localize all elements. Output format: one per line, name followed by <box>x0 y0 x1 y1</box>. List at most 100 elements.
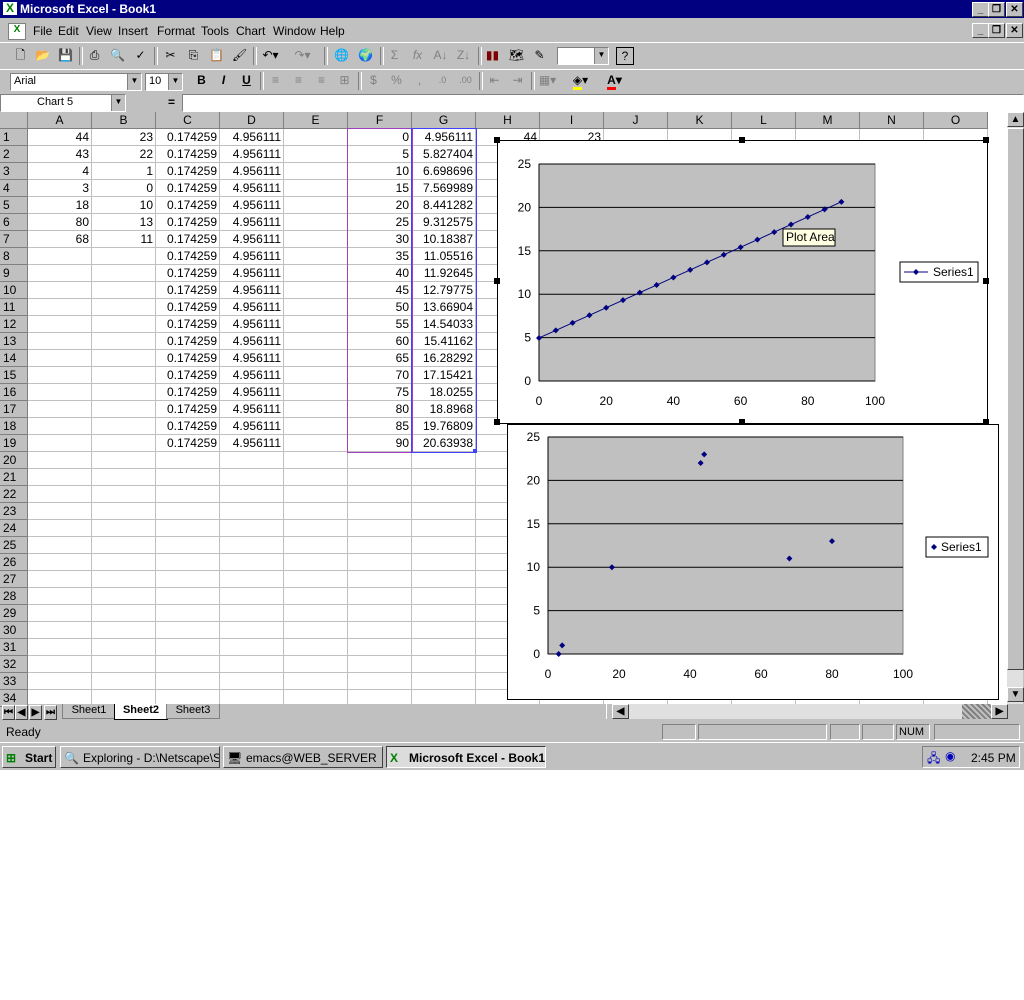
grid-cell[interactable] <box>284 367 348 384</box>
menu-file[interactable]: File <box>33 24 52 38</box>
paste-function-icon[interactable]: fx <box>407 46 428 65</box>
row-header[interactable]: 2 <box>0 146 28 163</box>
excel-app-icon[interactable]: X <box>3 2 17 15</box>
cell-value[interactable]: 0 <box>92 180 156 197</box>
close-icon[interactable]: ✕ <box>1006 2 1023 17</box>
resize-handle[interactable] <box>494 419 500 425</box>
font-size-combo[interactable]: 10 ▼ <box>145 73 183 91</box>
grid-cell[interactable] <box>28 639 92 656</box>
column-header[interactable]: E <box>284 112 348 129</box>
grid-cell[interactable] <box>284 231 348 248</box>
grid-cell[interactable] <box>412 673 476 690</box>
grid-cell[interactable] <box>156 622 220 639</box>
cell-value[interactable]: 4.956111 <box>220 401 284 418</box>
grid-cell[interactable] <box>348 656 412 673</box>
grid-cell[interactable] <box>284 248 348 265</box>
cell-value[interactable]: 0.174259 <box>156 231 220 248</box>
doc-minimize-icon[interactable]: _ <box>972 23 989 38</box>
horizontal-scrollbar[interactable]: ◀ ▶ <box>612 704 1008 719</box>
decrease-decimal-icon[interactable]: .00 <box>455 71 476 90</box>
row-header[interactable]: 14 <box>0 350 28 367</box>
column-header[interactable]: N <box>860 112 924 129</box>
grid-cell[interactable] <box>412 554 476 571</box>
cell-value[interactable]: 0.174259 <box>156 401 220 418</box>
menu-view[interactable]: View <box>86 24 112 38</box>
grid-cell[interactable] <box>28 537 92 554</box>
increase-indent-icon[interactable]: ⇥ <box>507 71 528 90</box>
cell-value[interactable]: 11 <box>92 231 156 248</box>
cell-value[interactable]: 4 <box>28 163 92 180</box>
grid-cell[interactable] <box>156 520 220 537</box>
grid-cell[interactable] <box>220 486 284 503</box>
cell-value[interactable]: 43 <box>28 146 92 163</box>
grid-cell[interactable] <box>284 282 348 299</box>
grid-cell[interactable] <box>92 520 156 537</box>
cell-value[interactable]: 0.174259 <box>156 248 220 265</box>
cell-value[interactable]: 0.174259 <box>156 418 220 435</box>
cell-value[interactable]: 0.174259 <box>156 197 220 214</box>
cell-value[interactable]: 4.956111 <box>220 350 284 367</box>
next-sheet-icon[interactable]: ▶ <box>29 705 42 720</box>
grid-cell[interactable] <box>412 622 476 639</box>
cut-icon[interactable]: ✂ <box>160 46 181 65</box>
grid-cell[interactable] <box>284 469 348 486</box>
grid-cell[interactable] <box>220 520 284 537</box>
row-header[interactable]: 27 <box>0 571 28 588</box>
grid-cell[interactable] <box>92 537 156 554</box>
resize-handle[interactable] <box>983 137 989 143</box>
row-header[interactable]: 7 <box>0 231 28 248</box>
cell-value[interactable]: 0.174259 <box>156 214 220 231</box>
grid-cell[interactable] <box>284 197 348 214</box>
row-header[interactable]: 15 <box>0 367 28 384</box>
cell-value[interactable]: 4.956111 <box>220 299 284 316</box>
tab-sheet1[interactable]: Sheet1 <box>62 704 116 719</box>
grid-cell[interactable] <box>92 248 156 265</box>
tray-volume-icon[interactable]: ◉ <box>945 749 955 763</box>
cell-value[interactable]: 4.956111 <box>220 248 284 265</box>
grid-cell[interactable] <box>284 588 348 605</box>
grid-cell[interactable] <box>92 622 156 639</box>
cell-value[interactable]: 4.956111 <box>220 418 284 435</box>
grid-cell[interactable] <box>284 605 348 622</box>
grid-cell[interactable] <box>28 282 92 299</box>
grid-cell[interactable] <box>156 452 220 469</box>
font-color-icon[interactable]: A▾ <box>604 71 625 90</box>
grid-cell[interactable] <box>348 639 412 656</box>
chart-wizard-icon[interactable]: ▮▮ <box>482 46 503 65</box>
column-header[interactable]: O <box>924 112 988 129</box>
grid-cell[interactable] <box>412 469 476 486</box>
cell-value[interactable]: 0.174259 <box>156 316 220 333</box>
tab-sheet3[interactable]: Sheet3 <box>166 704 220 719</box>
grid-cell[interactable] <box>284 520 348 537</box>
grid-cell[interactable] <box>348 537 412 554</box>
grid-cell[interactable] <box>28 350 92 367</box>
cell-value[interactable]: 0.174259 <box>156 180 220 197</box>
grid-cell[interactable] <box>92 605 156 622</box>
menu-edit[interactable]: Edit <box>58 24 79 38</box>
cell-value[interactable]: 0.174259 <box>156 265 220 282</box>
grid-cell[interactable] <box>28 571 92 588</box>
column-header[interactable]: L <box>732 112 796 129</box>
chart-scatter[interactable]: 0 5 10 15 20 25 0 20 40 60 80 100 Series1 <box>507 424 999 700</box>
name-box[interactable]: Chart 5 ▼ <box>0 94 126 112</box>
merge-center-icon[interactable]: ⊞ <box>334 71 355 90</box>
task-exploring[interactable]: 🔍 Exploring - D:\Netscape\S... <box>60 746 220 768</box>
grid-cell[interactable] <box>28 673 92 690</box>
grid-cell[interactable] <box>28 503 92 520</box>
grid-cell[interactable] <box>28 435 92 452</box>
cell-value[interactable]: 4.956111 <box>220 435 284 452</box>
row-header[interactable]: 29 <box>0 605 28 622</box>
grid-cell[interactable] <box>412 571 476 588</box>
grid-cell[interactable] <box>28 367 92 384</box>
grid-cell[interactable] <box>284 163 348 180</box>
column-header[interactable]: J <box>604 112 668 129</box>
grid-cell[interactable] <box>412 605 476 622</box>
grid-cell[interactable] <box>220 588 284 605</box>
grid-cell[interactable] <box>412 656 476 673</box>
grid-cell[interactable] <box>284 639 348 656</box>
grid-cell[interactable] <box>348 469 412 486</box>
cell-value[interactable]: 0.174259 <box>156 384 220 401</box>
row-header[interactable]: 31 <box>0 639 28 656</box>
start-button[interactable]: ⊞ Start <box>2 746 56 768</box>
grid-cell[interactable] <box>284 554 348 571</box>
